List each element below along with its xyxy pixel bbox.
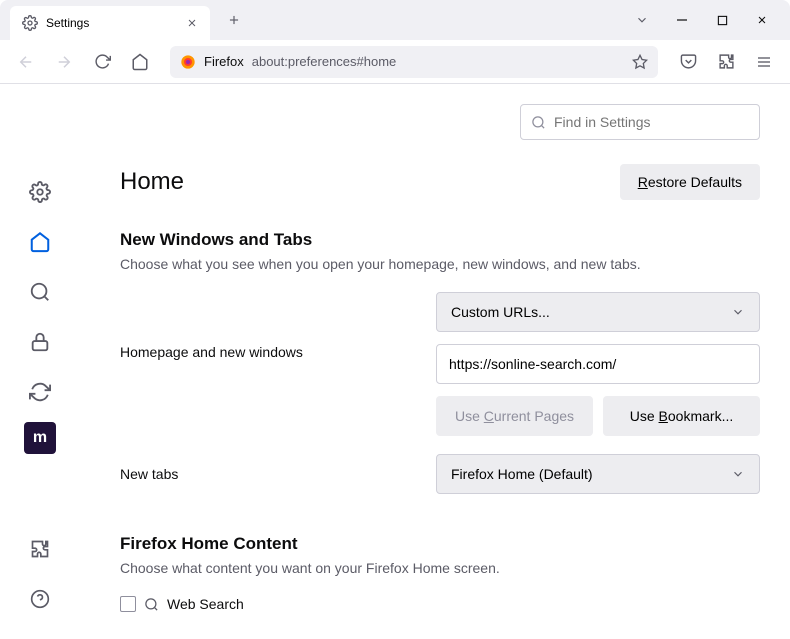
homepage-select[interactable]: Custom URLs... bbox=[436, 292, 760, 332]
tabs-dropdown-button[interactable] bbox=[624, 6, 660, 34]
urlbar-protocol-label: Firefox bbox=[204, 54, 244, 69]
sidebar-item-privacy[interactable] bbox=[20, 322, 60, 362]
gear-icon bbox=[22, 15, 38, 31]
close-tab-icon[interactable] bbox=[186, 17, 198, 29]
new-tab-button[interactable] bbox=[220, 6, 248, 34]
back-button[interactable] bbox=[10, 46, 42, 78]
toolbar: Firefox about:preferences#home bbox=[0, 40, 790, 84]
sidebar-item-general[interactable] bbox=[20, 172, 60, 212]
browser-tab[interactable]: Settings bbox=[10, 6, 210, 40]
homepage-label: Homepage and new windows bbox=[120, 292, 420, 360]
websearch-checkbox[interactable] bbox=[120, 596, 136, 612]
bookmark-star-icon[interactable] bbox=[632, 54, 648, 70]
tab-title: Settings bbox=[46, 16, 89, 30]
url-bar[interactable]: Firefox about:preferences#home bbox=[170, 46, 658, 78]
home-button[interactable] bbox=[124, 46, 156, 78]
sidebar-item-extensions[interactable] bbox=[20, 529, 60, 569]
chevron-down-icon bbox=[731, 467, 745, 481]
use-bookmark-button[interactable]: Use Bookmark... bbox=[603, 396, 760, 436]
chevron-down-icon bbox=[731, 305, 745, 319]
main-panel: Home Restore Defaults New Windows and Ta… bbox=[80, 84, 790, 639]
extensions-button[interactable] bbox=[710, 46, 742, 78]
content: m Home Restore Defaults New Windows and … bbox=[0, 84, 790, 639]
search-icon bbox=[144, 597, 159, 612]
websearch-label: Web Search bbox=[167, 596, 244, 612]
settings-search-field[interactable] bbox=[554, 114, 749, 130]
section-heading-windows-tabs: New Windows and Tabs bbox=[120, 230, 760, 250]
app-menu-button[interactable] bbox=[748, 46, 780, 78]
sidebar-item-mozilla[interactable]: m bbox=[24, 422, 56, 454]
section-heading-home-content: Firefox Home Content bbox=[120, 534, 760, 554]
newtabs-select[interactable]: Firefox Home (Default) bbox=[436, 454, 760, 494]
settings-search-input[interactable] bbox=[520, 104, 760, 140]
use-current-pages-button[interactable]: Use Current Pages bbox=[436, 396, 593, 436]
titlebar: Settings bbox=[0, 0, 790, 40]
close-window-button[interactable] bbox=[744, 6, 780, 34]
window-controls bbox=[624, 6, 780, 34]
newtabs-label: New tabs bbox=[120, 466, 420, 482]
section-description: Choose what you see when you open your h… bbox=[120, 256, 760, 272]
sidebar-item-search[interactable] bbox=[20, 272, 60, 312]
sidebar-item-sync[interactable] bbox=[20, 372, 60, 412]
firefox-logo-icon bbox=[180, 54, 196, 70]
sidebar-item-home[interactable] bbox=[20, 222, 60, 262]
maximize-button[interactable] bbox=[704, 6, 740, 34]
minimize-button[interactable] bbox=[664, 6, 700, 34]
homepage-url-input[interactable] bbox=[436, 344, 760, 384]
urlbar-url-text: about:preferences#home bbox=[252, 54, 397, 69]
page-title: Home bbox=[120, 168, 184, 196]
restore-defaults-button[interactable]: Restore Defaults bbox=[620, 164, 760, 200]
sidebar-item-help[interactable] bbox=[20, 579, 60, 619]
homepage-select-value: Custom URLs... bbox=[451, 304, 550, 320]
settings-sidebar: m bbox=[0, 84, 80, 639]
reload-button[interactable] bbox=[86, 46, 118, 78]
section-description-home-content: Choose what content you want on your Fir… bbox=[120, 560, 760, 576]
pocket-button[interactable] bbox=[672, 46, 704, 78]
forward-button[interactable] bbox=[48, 46, 80, 78]
newtabs-select-value: Firefox Home (Default) bbox=[451, 466, 593, 482]
